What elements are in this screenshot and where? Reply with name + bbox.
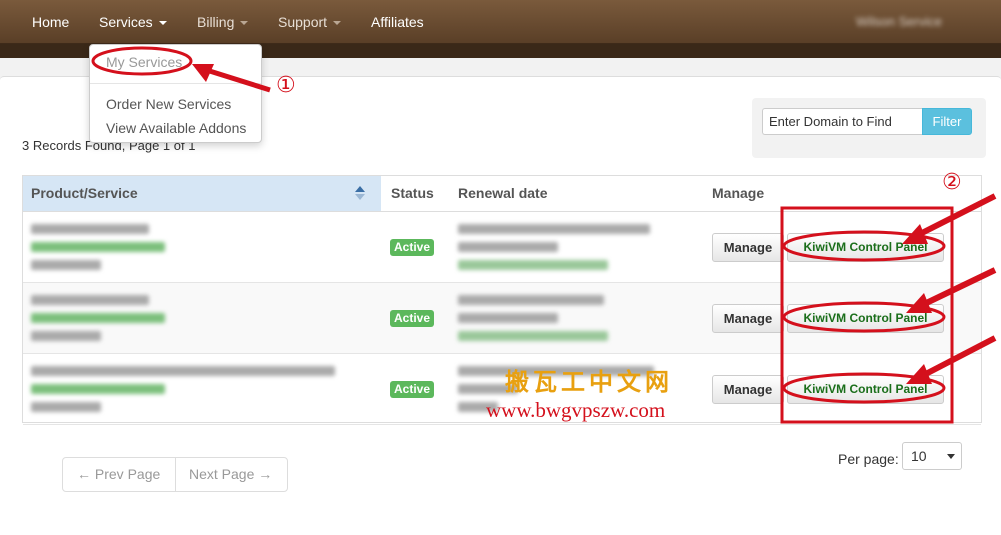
manage-button[interactable]: Manage xyxy=(712,304,784,333)
table-row: Active Manage KiwiVM Control Panel xyxy=(23,283,981,354)
redacted-ip xyxy=(31,402,101,412)
prev-page-button[interactable]: ← Prev Page xyxy=(77,458,160,491)
per-page-select[interactable]: 10 xyxy=(902,442,962,470)
annotation-marker-1: ① xyxy=(276,73,296,98)
nav-home[interactable]: Home xyxy=(32,0,69,44)
column-manage: Manage xyxy=(712,185,765,201)
nav-support[interactable]: Support xyxy=(278,0,342,44)
services-dropdown: My Services Order New Services View Avai… xyxy=(89,44,262,143)
nav-support-label: Support xyxy=(278,14,328,30)
watermark-url: www.bwgvpszw.com xyxy=(486,398,666,422)
kiwivm-control-panel-button[interactable]: KiwiVM Control Panel xyxy=(787,233,944,262)
kiwivm-control-panel-button[interactable]: KiwiVM Control Panel xyxy=(787,304,944,333)
chevron-down-icon xyxy=(333,21,342,26)
dropdown-my-services[interactable]: My Services xyxy=(106,54,182,70)
nav-affiliates[interactable]: Affiliates xyxy=(371,0,424,44)
chevron-down-icon xyxy=(947,454,955,459)
redacted-product-name xyxy=(31,295,149,305)
per-page-value: 10 xyxy=(911,448,927,464)
dropdown-view-addons[interactable]: View Available Addons xyxy=(106,120,246,136)
status-badge: Active xyxy=(390,381,434,398)
nav-billing-label: Billing xyxy=(197,14,235,30)
watermark-chinese: 搬瓦工中文网 xyxy=(505,367,673,396)
column-renewal-date[interactable]: Renewal date xyxy=(458,176,547,211)
redacted-domain xyxy=(31,242,165,252)
status-badge: Active xyxy=(390,239,434,256)
manage-button[interactable]: Manage xyxy=(712,375,784,404)
pager-divider xyxy=(175,458,176,491)
column-product-label: Product/Service xyxy=(31,185,138,201)
nav-services[interactable]: Services xyxy=(99,0,167,44)
redacted-domain xyxy=(31,384,165,394)
redacted-product-name xyxy=(31,366,335,376)
manage-button[interactable]: Manage xyxy=(712,233,784,262)
column-product-service[interactable]: Product/Service xyxy=(23,176,381,211)
table-header: Product/Service Status Renewal date Mana… xyxy=(23,176,981,212)
status-badge: Active xyxy=(390,310,434,327)
redacted-renewal-date xyxy=(458,224,650,234)
user-name: Wilson Service xyxy=(856,14,942,29)
next-page-button[interactable]: Next Page → xyxy=(189,458,272,491)
top-navbar: Home Services Billing Support Affiliates… xyxy=(0,0,1001,44)
pagination: ← Prev Page Next Page → xyxy=(62,457,288,492)
redacted-billing-cycle xyxy=(458,313,558,323)
redacted-ip xyxy=(31,260,101,270)
dropdown-order-new-services[interactable]: Order New Services xyxy=(106,96,231,112)
sort-icon xyxy=(355,186,365,200)
product-cell xyxy=(23,354,381,424)
kiwivm-control-panel-button[interactable]: KiwiVM Control Panel xyxy=(787,375,944,404)
column-status[interactable]: Status xyxy=(391,176,434,211)
filter-box: Filter xyxy=(752,98,986,158)
chevron-down-icon xyxy=(158,21,167,26)
redacted-amount xyxy=(458,331,608,341)
services-table: Product/Service Status Renewal date Mana… xyxy=(22,175,982,425)
nav-billing[interactable]: Billing xyxy=(197,0,249,44)
redacted-product-name xyxy=(31,224,149,234)
dropdown-divider xyxy=(90,83,261,84)
filter-button[interactable]: Filter xyxy=(922,108,972,135)
table-row: Active Manage KiwiVM Control Panel xyxy=(23,212,981,283)
redacted-renewal-date xyxy=(458,295,604,305)
domain-filter-input[interactable] xyxy=(762,108,922,135)
redacted-ip xyxy=(31,331,101,341)
redacted-domain xyxy=(31,313,165,323)
per-page-label: Per page: xyxy=(838,451,899,467)
user-menu[interactable]: Wilson Service xyxy=(856,0,942,44)
redacted-amount xyxy=(458,260,608,270)
chevron-down-icon xyxy=(240,21,249,26)
nav-services-label: Services xyxy=(99,14,153,30)
product-cell xyxy=(23,283,381,353)
redacted-billing-cycle xyxy=(458,242,558,252)
annotation-marker-2: ② xyxy=(942,170,962,195)
product-cell xyxy=(23,212,381,282)
